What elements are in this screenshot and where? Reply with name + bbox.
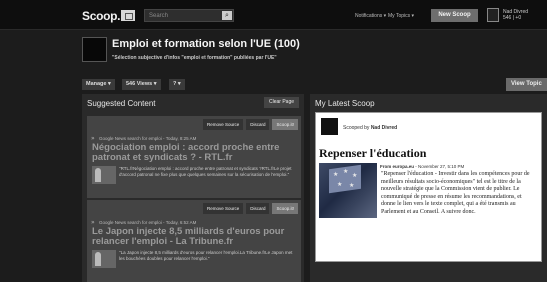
search-placeholder: Search (149, 13, 169, 19)
curator-avatar (321, 118, 338, 135)
card-actions: Remove Source Discard Scoop.it! (202, 119, 298, 130)
topic-description: "Sélection subjective d'infos "emploi et… (112, 55, 277, 61)
scoop-card: Scooped by Nad Divred Repenser l'éducati… (315, 112, 542, 262)
item-thumbnail (92, 250, 116, 268)
discard-button[interactable]: Discard (246, 119, 270, 130)
topic-title: Emploi et formation selon l'UE (100) (112, 38, 300, 50)
scoop-text: "Repenser l'éducation - Investir dans le… (381, 171, 530, 215)
item-source: Google News search for emploi - Today, 6… (99, 220, 197, 225)
scoop-text-wrap: "Repenser l'éducation - Investir dans le… (319, 171, 537, 218)
logo-icon (121, 10, 136, 21)
view-topic-button[interactable]: View Topic (506, 78, 547, 91)
source-icon: » (91, 219, 95, 226)
new-scoop-button[interactable]: New Scoop (431, 9, 478, 22)
scoop-date: - November 27, 5:10 PM (414, 164, 465, 169)
curator-name-link[interactable]: Nad Divred (371, 125, 397, 131)
item-title-link[interactable]: Le Japon injecte 8,5 milliards d'euros p… (92, 227, 297, 247)
card-actions: Remove Source Discard Scoop.it! (202, 203, 298, 214)
suggested-item: Remove Source Discard Scoop.it! » Google… (87, 200, 301, 282)
discard-button[interactable]: Discard (246, 203, 270, 214)
scoop-meta: From europa.eu - November 27, 5:10 PM (380, 164, 464, 169)
manage-dropdown[interactable]: Manage ▾ (82, 79, 115, 90)
topic-avatar (82, 37, 107, 62)
user-avatar[interactable] (487, 8, 499, 22)
remove-source-button[interactable]: Remove Source (202, 119, 244, 130)
user-menu[interactable]: Nad Divred 546 | +0 (503, 9, 528, 21)
remove-source-button[interactable]: Remove Source (202, 203, 244, 214)
item-thumbnail (92, 166, 116, 184)
scooped-by: Scooped by Nad Divred (343, 125, 397, 131)
latest-scoop-panel: My Latest Scoop Scooped by Nad Divred Re… (310, 94, 547, 282)
logo-text: Scoop. (82, 9, 121, 23)
item-snippet: "La Japon injecte 8,5 milliards d'euros … (119, 250, 293, 261)
top-bar: Scoop. Search ⌕ Notifications ▾ My Topic… (0, 0, 547, 30)
scooped-by-label: Scooped by (343, 125, 371, 131)
scoop-title-link[interactable]: Repenser l'éducation (319, 146, 426, 161)
item-source: Google News search for emploi - Today, 8… (99, 136, 197, 141)
notifications-menu[interactable]: Notifications ▾ (355, 13, 386, 19)
my-topics-menu[interactable]: My Topics ▾ (388, 13, 414, 19)
views-dropdown[interactable]: 546 Views ▾ (122, 79, 161, 90)
suggested-item: Remove Source Discard Scoop.it! » Google… (87, 116, 301, 198)
source-icon: » (91, 135, 95, 142)
scoop-source-link[interactable]: From europa.eu (380, 164, 414, 169)
suggested-content-panel: Suggested Content Clear Page Remove Sour… (82, 94, 304, 282)
scoop-it-button[interactable]: Scoop.it! (272, 203, 298, 214)
search-input[interactable]: Search ⌕ (144, 9, 234, 22)
scoop-it-button[interactable]: Scoop.it! (272, 119, 298, 130)
panel-title: Suggested Content (87, 99, 156, 108)
item-title-link[interactable]: Négociation emploi : accord proche entre… (92, 143, 297, 163)
user-stats: 546 | +0 (503, 15, 522, 21)
search-icon[interactable]: ⌕ (222, 11, 232, 20)
panel-title: My Latest Scoop (315, 99, 375, 108)
scoopit-logo[interactable]: Scoop. (82, 9, 136, 23)
clear-page-button[interactable]: Clear Page (264, 97, 299, 108)
item-snippet: "RTL.frNégociation emploi : accord proch… (119, 166, 292, 177)
help-dropdown[interactable]: ? ▾ (169, 79, 185, 90)
